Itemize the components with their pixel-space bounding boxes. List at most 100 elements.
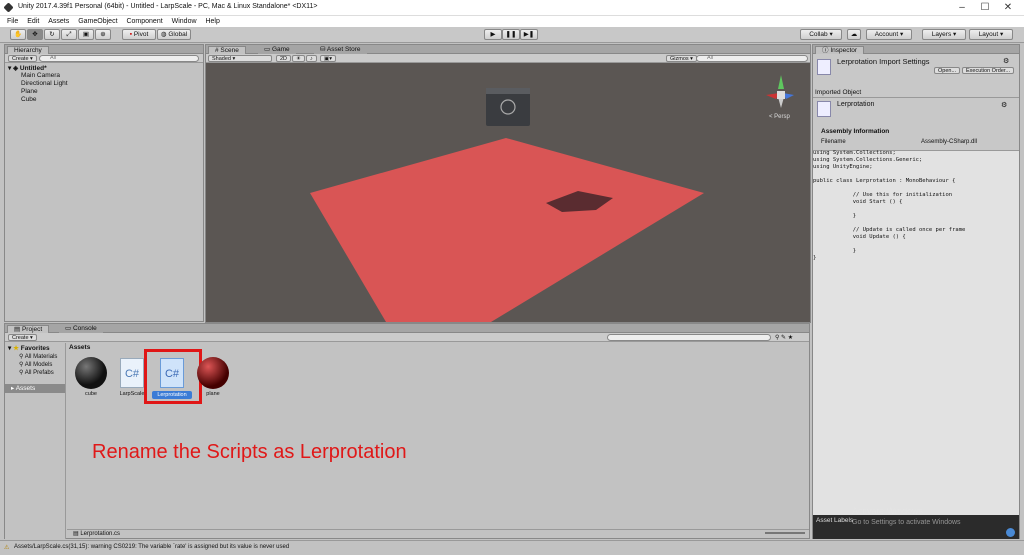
move-tool-button[interactable]: ✥ [27,29,43,40]
menu-assets[interactable]: Assets [48,16,69,27]
script-source-preview: using System.Collections; using System.C… [813,150,966,261]
project-search-input[interactable] [607,334,771,341]
warning-icon: ⚠ [4,545,10,551]
tab-scene[interactable]: # Scene [208,46,246,54]
project-panel: ▤ Project ▭ Console Create ▾ ⚲ ✎ ★ ▾ ★ F… [4,323,810,539]
hierarchy-item[interactable]: Plane [21,88,38,95]
imported-script-icon [817,101,831,117]
hierarchy-panel: Hierarchy Create ▾ All ▾ ◈ Untitled* Mai… [4,44,204,322]
audio-toggle-icon[interactable]: ♪ [306,55,317,62]
script-file-icon [817,59,831,75]
imported-object-name: Lerprotation [837,101,875,108]
gizmos-dropdown[interactable]: Gizmos ▾ [666,55,697,62]
activate-windows-title: Activate Windows [852,506,924,516]
menu-help[interactable]: Help [205,16,219,27]
project-create-button[interactable]: Create ▾ [8,334,37,341]
step-button[interactable]: ▶❚ [520,29,538,40]
scene-viewport[interactable]: < Persp [206,63,810,322]
filename-label: Filename [821,139,846,145]
project-sidebar: ▾ ★ Favorites ⚲ All Materials ⚲ All Mode… [5,343,66,539]
status-message: Assets/LarpScale.cs(31,15): warning CS02… [14,544,290,550]
perspective-label[interactable]: < Persp [769,114,791,120]
shading-mode-dropdown[interactable]: Shaded ▾ [208,55,272,62]
favorites-item[interactable]: ▾ ★ Favorites [8,344,50,352]
title-bar: Unity 2017.4.39f1 Personal (64bit) - Unt… [0,0,1024,16]
rotate-tool-button[interactable]: ↻ [44,29,60,40]
maximize-button[interactable]: ☐ [975,2,995,13]
csharp-script-icon[interactable]: C# [120,358,144,388]
main-toolbar: ✋ ✥ ↻ ⤢ ▣ ⊕ ▪ Pivot ◍ Global ▶ ❚❚ ▶❚ Col… [0,27,1024,43]
menu-file[interactable]: File [7,16,18,27]
hierarchy-item[interactable]: Directional Light [21,80,68,87]
favorite-item[interactable]: ⚲ All Prefabs [19,369,54,376]
filename-value: Assembly-CSharp.dll [921,139,978,145]
cloud-button[interactable]: ☁ [847,29,861,40]
pivot-icon: ▪ [129,31,133,38]
plane-mesh [310,138,704,322]
layers-dropdown[interactable]: Layers ▾ [922,29,966,40]
global-toggle[interactable]: ◍ Global [157,29,191,40]
settings-icon[interactable]: ⚙ [1003,57,1009,65]
scale-tool-button[interactable]: ⤢ [61,29,77,40]
asset-cube-thumbnail[interactable] [75,357,107,389]
filter-icons[interactable]: ⚲ ✎ ★ [775,334,793,341]
hierarchy-item[interactable]: Cube [21,96,37,103]
scene-root[interactable]: ▾ ◈ Untitled* [8,64,47,72]
status-bar[interactable]: ⚠ Assets/LarpScale.cs(31,15): warning CS… [0,540,1024,555]
play-button[interactable]: ▶ [484,29,502,40]
hierarchy-create-button[interactable]: Create ▾ [8,55,37,62]
favorite-item[interactable]: ⚲ All Materials [19,353,57,360]
asset-plane-thumbnail[interactable] [197,357,229,389]
effects-dropdown-icon[interactable]: ▣▾ [320,55,336,62]
label-tag-icon[interactable] [1006,528,1015,537]
menu-component[interactable]: Component [126,16,162,27]
favorite-item[interactable]: ⚲ All Models [19,361,52,368]
tab-game[interactable]: ▭ Game [258,46,296,54]
tab-hierarchy[interactable]: Hierarchy [7,46,49,54]
hand-tool-button[interactable]: ✋ [10,29,26,40]
unity-logo-icon [3,2,14,13]
assets-folder-item[interactable]: ▸ Assets [5,384,65,393]
close-button[interactable]: ✕ [998,2,1018,13]
scene-render: < Persp [310,75,794,322]
layout-dropdown[interactable]: Layout ▾ [969,29,1013,40]
component-settings-icon[interactable]: ⚙ [1001,101,1007,109]
open-button[interactable]: Open... [934,67,961,74]
asset-label: plane [206,391,220,397]
account-dropdown[interactable]: Account ▾ [866,29,912,40]
hierarchy-search-input[interactable]: All [39,55,199,62]
tab-project[interactable]: ▤ Project [7,325,50,333]
breadcrumb: Assets [69,344,91,351]
rect-tool-button[interactable]: ▣ [78,29,94,40]
star-icon: ★ [13,345,19,352]
inspector-title: Lerprotation Import Settings [837,57,930,66]
orientation-gizmo-icon [766,75,794,108]
activate-windows-subtitle: Go to Settings to activate Windows [852,519,961,526]
window-title: Unity 2017.4.39f1 Personal (64bit) - Unt… [18,3,318,10]
asset-label: cube [85,391,97,397]
asset-label-selected[interactable]: Lerprotation [152,391,192,399]
instruction-annotation: Rename the Scripts as Lerprotation [92,441,407,463]
assembly-info-header: Assembly Information [821,128,890,135]
menu-gameobject[interactable]: GameObject [78,16,117,27]
menu-window[interactable]: Window [172,16,197,27]
collab-dropdown[interactable]: Collab ▾ [800,29,842,40]
icon-size-slider[interactable] [765,532,805,534]
lighting-toggle-icon[interactable]: ☀ [292,55,305,62]
scene-search-input[interactable]: All [696,55,808,62]
minimize-button[interactable]: – [952,2,972,13]
csharp-script-icon[interactable]: C# [160,358,184,388]
pause-button[interactable]: ❚❚ [502,29,520,40]
inspector-panel: ⓘ Inspector Lerprotation Import Settings… [812,44,1020,539]
hierarchy-item[interactable]: Main Camera [21,72,60,79]
menu-edit[interactable]: Edit [27,16,39,27]
2d-toggle[interactable]: 2D [276,55,292,62]
transform-tool-button[interactable]: ⊕ [95,29,111,40]
execution-order-button[interactable]: Execution Order... [962,67,1015,74]
imported-object-header: Imported Object [813,89,1019,98]
pivot-toggle[interactable]: ▪ Pivot [122,29,156,40]
globe-icon: ◍ [160,31,167,38]
tab-console[interactable]: ▭ Console [59,325,103,333]
tab-asset-store[interactable]: ⛁ Asset Store [314,46,367,54]
tab-inspector[interactable]: ⓘ Inspector [815,46,865,54]
